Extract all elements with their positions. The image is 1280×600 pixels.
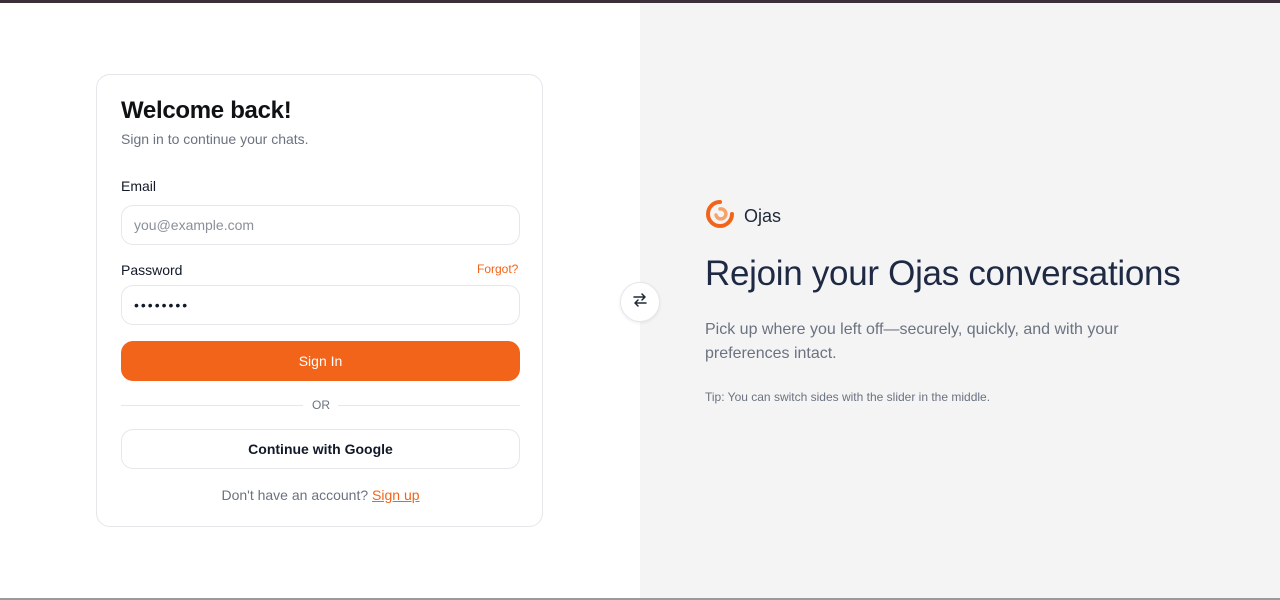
login-title: Welcome back!: [121, 97, 292, 124]
signup-prompt: Don't have an account?: [221, 487, 369, 503]
password-field[interactable]: [121, 285, 520, 325]
brand-name: Ojas: [744, 206, 782, 226]
forgot-password-link[interactable]: Forgot?: [477, 262, 518, 276]
email-field[interactable]: [121, 205, 520, 245]
swap-arrows-icon: [632, 292, 648, 313]
password-label: Password: [121, 262, 183, 278]
promo-pane: [640, 3, 1280, 598]
divider-line-left: [121, 405, 303, 406]
divider-line-right: [338, 405, 520, 406]
email-label: Email: [121, 178, 157, 194]
hero-tip: Tip: You can switch sides with the slide…: [705, 390, 991, 404]
hero-description: Pick up where you left off—securely, qui…: [705, 321, 1119, 362]
swap-sides-button[interactable]: [620, 282, 660, 322]
ojas-logo-icon: [705, 199, 735, 234]
sign-in-button[interactable]: Sign In: [121, 341, 520, 381]
login-subtitle: Sign in to continue your chats.: [121, 131, 309, 147]
login-card: Welcome back! Sign in to continue your c…: [96, 74, 543, 527]
brand: Ojas: [705, 199, 781, 234]
auth-pane: Welcome back! Sign in to continue your c…: [0, 3, 640, 598]
continue-with-google-button[interactable]: Continue with Google: [121, 429, 520, 469]
or-divider-label: OR: [312, 398, 330, 412]
sign-up-link[interactable]: Sign up: [372, 487, 419, 503]
signup-row: Don't have an account? Sign up: [97, 487, 544, 503]
hero-title: Rejoin your Ojas conversations: [705, 254, 1181, 293]
